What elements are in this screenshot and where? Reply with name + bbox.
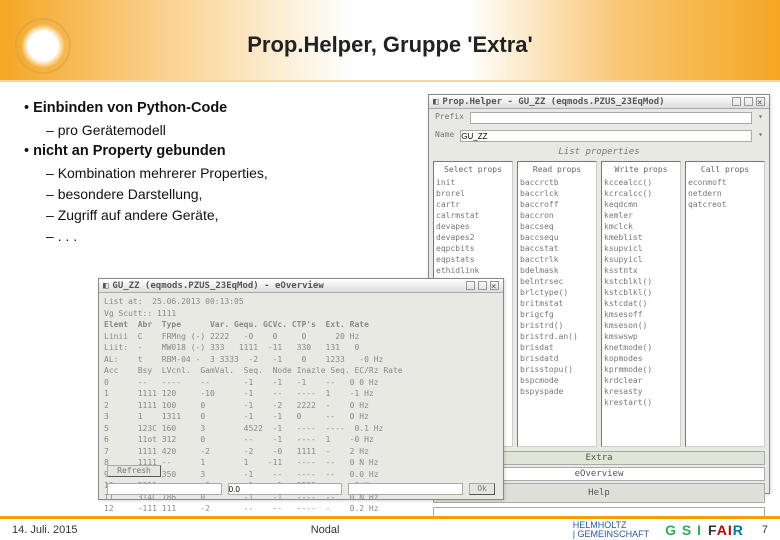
slide-title: Prop.Helper, Gruppe 'Extra' (0, 32, 780, 58)
refresh-button[interactable]: Refresh (107, 465, 161, 477)
fair-logo: FAIR (708, 522, 744, 538)
list-item[interactable]: kstcblkl() (604, 287, 678, 298)
list-item[interactable]: ksupvicl (604, 243, 678, 254)
eoverview-titlebar: ◧ GU_ZZ (eqmods.PZUS_23EqMod) - eOvervie… (99, 279, 503, 293)
list-item[interactable]: baccrlck (520, 188, 594, 199)
list-item[interactable]: brisdatd (520, 353, 594, 364)
helmholtz-logo: HELMHOLTZ| GEMEINSCHAFT (573, 521, 649, 539)
list-item[interactable]: kmseson() (604, 320, 678, 331)
name-dropdown-icon[interactable]: ▾ (758, 130, 763, 142)
window-icon: ◧ (433, 97, 438, 107)
param-input-2[interactable] (228, 483, 343, 495)
list-item[interactable]: kprmmode() (604, 364, 678, 375)
eoverview-window: ◧ GU_ZZ (eqmods.PZUS_23EqMod) - eOvervie… (98, 278, 504, 500)
list-item[interactable]: bdelmask (520, 265, 594, 276)
window-title: Prop.Helper - GU_ZZ (eqmods.PZUS_23EqMod… (442, 97, 664, 107)
list-item[interactable]: kmclck (604, 221, 678, 232)
col-write[interactable]: Write props kccealcc()kcrcalcc()keqdcmnk… (601, 161, 681, 447)
list-item[interactable]: ksupyicl (604, 254, 678, 265)
list-item[interactable]: brisstopu() (520, 364, 594, 375)
list-item[interactable]: baccron (520, 210, 594, 221)
param-input-1[interactable] (107, 483, 222, 495)
list-item[interactable]: kcrcalcc() (604, 188, 678, 199)
list-item[interactable]: eqpstats (436, 254, 510, 265)
list-item[interactable]: kmswswp (604, 331, 678, 342)
name-input[interactable] (460, 130, 752, 142)
list-item[interactable]: bacctrlk (520, 254, 594, 265)
gsi-logo: G S I (665, 522, 702, 538)
list-item[interactable]: brlctype() (520, 287, 594, 298)
list-item[interactable]: kmsesoff (604, 309, 678, 320)
name-label: Name (435, 130, 454, 142)
list-item[interactable]: cartr (436, 199, 510, 210)
list-item[interactable]: kstcdat() (604, 298, 678, 309)
list-item[interactable]: bristrd.an() (520, 331, 594, 342)
list-item[interactable]: baccstat (520, 243, 594, 254)
list-item[interactable]: kmeblist (604, 232, 678, 243)
list-item[interactable]: qatcreot (688, 199, 762, 210)
minimize-icon[interactable] (466, 281, 475, 290)
list-item[interactable]: baccsequ (520, 232, 594, 243)
list-item[interactable]: kopmodes (604, 353, 678, 364)
list-item[interactable]: kemler (604, 210, 678, 221)
slide-footer: 14. Juli. 2015 Nodal HELMHOLTZ| GEMEINSC… (0, 516, 780, 540)
list-item[interactable]: belntrsec (520, 276, 594, 287)
list-item[interactable]: kccealcc() (604, 177, 678, 188)
list-item[interactable]: baccrctb (520, 177, 594, 188)
maximize-icon[interactable] (744, 97, 753, 106)
list-item[interactable]: kstcblkl() (604, 276, 678, 287)
prefix-dropdown-icon[interactable]: ▾ (758, 112, 763, 124)
col-call[interactable]: Call props econmoftnetdernqatcreot (685, 161, 765, 447)
param-input-3[interactable] (348, 483, 463, 495)
list-item[interactable]: krestart() (604, 397, 678, 408)
footer-date: 14. Juli. 2015 (12, 524, 77, 536)
list-item[interactable]: init (436, 177, 510, 188)
page-number: 7 (762, 524, 768, 536)
list-item[interactable]: brorel (436, 188, 510, 199)
footer-mid: Nodal (77, 524, 572, 536)
list-item[interactable]: eqpcbits (436, 243, 510, 254)
list-item[interactable]: krdclear (604, 375, 678, 386)
list-item[interactable]: keqdcmn (604, 199, 678, 210)
list-item[interactable]: bristrd() (520, 320, 594, 331)
list-item[interactable]: knetmode() (604, 342, 678, 353)
window-icon: ◧ (103, 281, 108, 291)
slide-header: Prop.Helper, Gruppe 'Extra' (0, 0, 780, 82)
list-item[interactable]: ksstntx (604, 265, 678, 276)
maximize-icon[interactable] (478, 281, 487, 290)
list-item[interactable]: calrmstat (436, 210, 510, 221)
list-item[interactable]: brigcfg (520, 309, 594, 320)
col-read[interactable]: Read props baccrctbbaccrlckbaccroffbaccr… (517, 161, 597, 447)
list-item[interactable]: baccseq (520, 221, 594, 232)
list-item[interactable]: brisdat (520, 342, 594, 353)
list-item[interactable]: britmstat (520, 298, 594, 309)
list-item[interactable]: bspyspade (520, 386, 594, 397)
list-item[interactable]: baccroff (520, 199, 594, 210)
minimize-icon[interactable] (732, 97, 741, 106)
list-item[interactable]: devapes (436, 221, 510, 232)
list-item[interactable]: devapes2 (436, 232, 510, 243)
list-properties-label: List properties (429, 145, 769, 159)
list-item[interactable]: econmoft (688, 177, 762, 188)
ok-button[interactable]: Ok (469, 483, 495, 495)
list-item[interactable]: ethidlink (436, 265, 510, 276)
window-title: GU_ZZ (eqmods.PZUS_23EqMod) - eOverview (112, 281, 323, 291)
list-item[interactable]: kresasty (604, 386, 678, 397)
close-icon[interactable]: × (756, 97, 765, 106)
prefix-label: Prefix (435, 112, 464, 124)
prefix-input[interactable] (470, 112, 752, 124)
list-item[interactable]: netdern (688, 188, 762, 199)
prophelper-titlebar: ◧ Prop.Helper - GU_ZZ (eqmods.PZUS_23EqM… (429, 95, 769, 109)
list-item[interactable]: bspcmode (520, 375, 594, 386)
close-icon[interactable]: × (490, 281, 499, 290)
